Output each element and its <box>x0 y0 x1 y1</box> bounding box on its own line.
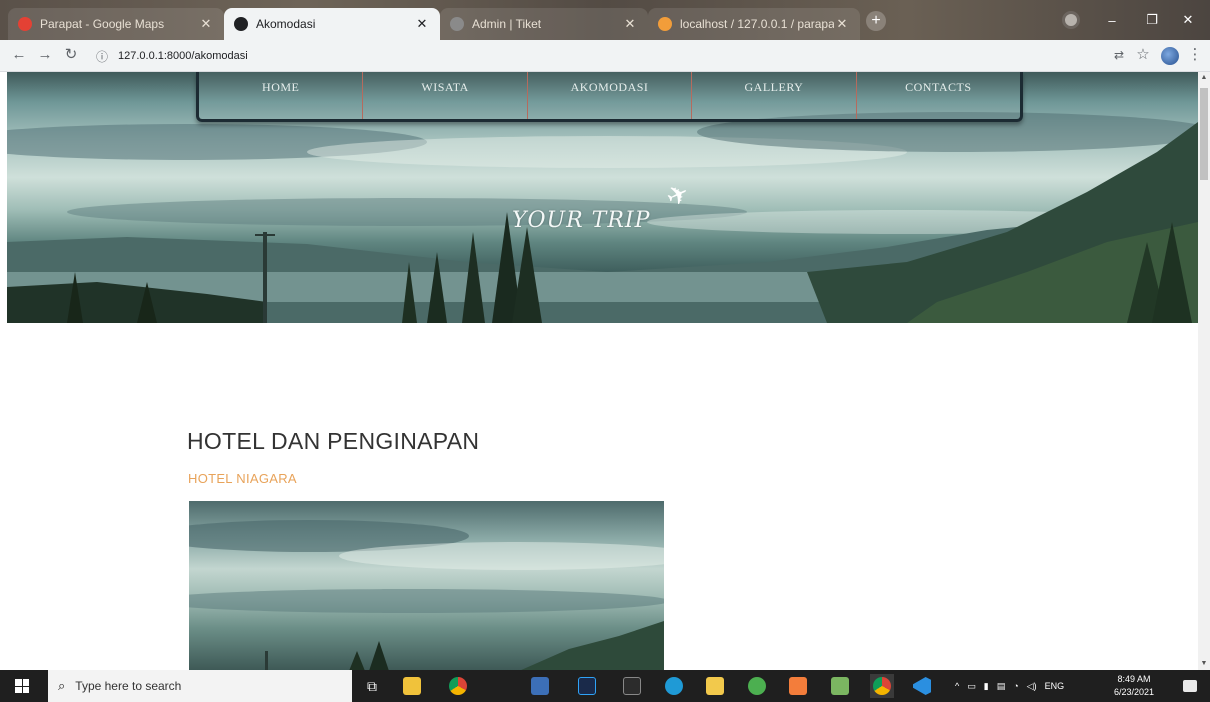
close-icon[interactable]: ✕ <box>622 16 638 32</box>
tab-google-maps[interactable]: Parapat - Google Maps ✕ <box>8 8 224 40</box>
tab-title: localhost / 127.0.0.1 / parapat / ... <box>680 17 834 31</box>
chrome-icon[interactable] <box>446 674 470 698</box>
tab-akomodasi[interactable]: Akomodasi ✕ <box>224 8 440 40</box>
close-icon[interactable]: ✕ <box>834 16 850 32</box>
address-text: 127.0.0.1:8000/akomodasi <box>118 50 248 62</box>
tab-phpmyadmin[interactable]: localhost / 127.0.0.1 / parapat / ... ✕ <box>648 8 860 40</box>
task-view-icon[interactable]: ⧉ <box>360 674 384 698</box>
menu-kebab-icon[interactable]: ⋮ <box>1184 44 1206 66</box>
chevron-up-icon[interactable]: ^ <box>955 681 959 691</box>
nav-item-gallery[interactable]: GALLERY <box>692 72 857 119</box>
file-explorer-icon[interactable] <box>703 674 727 698</box>
notifications-icon[interactable] <box>1178 674 1202 698</box>
system-tray: ^ ▭ ▮ ▤ ◔ ◁) ENG <box>955 670 1064 702</box>
browser-tab-strip: Parapat - Google Maps ✕ Akomodasi ✕ Admi… <box>0 0 1210 40</box>
windows-taskbar: ⌕ Type here to search ⧉ ^ ▭ ▮ ▤ ◔ ◁) ENG… <box>0 670 1210 702</box>
tab-title: Akomodasi <box>256 17 316 31</box>
clock-time: 8:49 AM <box>1117 674 1151 684</box>
photoshop-icon[interactable] <box>575 674 599 698</box>
edge-icon[interactable] <box>662 674 686 698</box>
main-navigation: HOME WISATA AKOMODASI GALLERY CONTACTS <box>196 72 1023 122</box>
scrollbar-thumb[interactable] <box>1200 88 1208 180</box>
chrome-active-icon[interactable] <box>870 674 894 698</box>
app-icon[interactable] <box>745 674 769 698</box>
close-icon[interactable]: ✕ <box>198 16 214 32</box>
scroll-up-arrow-icon[interactable]: ▲ <box>1198 72 1210 84</box>
tab-title: Parapat - Google Maps <box>40 17 165 31</box>
hotel-image <box>189 501 664 670</box>
avatar[interactable] <box>1161 47 1179 65</box>
store-icon[interactable] <box>400 674 424 698</box>
info-icon[interactable]: ⓘ <box>96 48 112 65</box>
maps-favicon-icon <box>18 17 32 31</box>
taskbar-search-box[interactable]: ⌕ Type here to search <box>48 670 352 702</box>
app-icon[interactable] <box>528 674 552 698</box>
profile-icon[interactable] <box>1062 11 1080 29</box>
translate-icon[interactable]: ⇄ <box>1108 44 1130 66</box>
volume-icon[interactable]: ◁) <box>1027 681 1037 692</box>
taskbar-clock[interactable]: 8:49 AM 6/23/2021 <box>1110 673 1158 699</box>
vscode-icon[interactable] <box>910 674 934 698</box>
xampp-icon[interactable] <box>786 674 810 698</box>
scroll-down-arrow-icon[interactable]: ▼ <box>1198 658 1210 670</box>
search-placeholder: Type here to search <box>75 679 182 693</box>
back-arrow-icon[interactable]: ← <box>8 44 30 66</box>
hero-title: YOUR TRIP <box>512 208 651 233</box>
minimize-button[interactable]: – <box>1090 0 1134 40</box>
star-icon[interactable]: ☆ <box>1132 44 1154 66</box>
address-bar[interactable]: ⓘ 127.0.0.1:8000/akomodasi <box>96 45 1076 67</box>
network-icon[interactable]: ▭ <box>967 681 976 692</box>
hotel-landscape-image <box>189 520 664 670</box>
wifi-icon[interactable]: ◔ <box>1013 681 1018 691</box>
hero-banner: HOME WISATA AKOMODASI GALLERY CONTACTS ✈… <box>7 72 1198 323</box>
globe-favicon-icon <box>450 17 464 31</box>
battery-icon[interactable]: ▤ <box>997 681 1006 692</box>
hotel-name: HOTEL NIAGARA <box>188 471 297 486</box>
tab-title: Admin | Tiket <box>472 17 542 31</box>
close-icon[interactable]: ✕ <box>414 16 430 32</box>
windows-logo-icon <box>15 679 29 693</box>
nav-item-wisata[interactable]: WISATA <box>363 72 528 119</box>
search-icon: ⌕ <box>58 678 66 693</box>
close-window-button[interactable]: ✕ <box>1166 0 1210 40</box>
nav-item-akomodasi[interactable]: AKOMODASI <box>528 72 693 119</box>
section-title: HOTEL DAN PENGINAPAN <box>187 428 480 454</box>
usb-icon[interactable]: ▮ <box>984 681 989 692</box>
new-tab-button[interactable]: + <box>866 11 886 31</box>
globe-favicon-icon <box>234 17 248 31</box>
forward-arrow-icon[interactable]: → <box>34 44 56 66</box>
tab-admin-tiket[interactable]: Admin | Tiket ✕ <box>440 8 648 40</box>
nav-item-home[interactable]: HOME <box>199 72 364 119</box>
page-scrollbar[interactable]: ▲ ▼ <box>1198 72 1210 670</box>
nav-item-contacts[interactable]: CONTACTS <box>857 72 1020 119</box>
phpmyadmin-favicon-icon <box>658 17 672 31</box>
reload-icon[interactable]: ↻ <box>60 44 82 66</box>
terminal-icon[interactable] <box>620 674 644 698</box>
start-button[interactable] <box>10 674 34 698</box>
clock-date: 6/23/2021 <box>1113 687 1155 697</box>
browser-toolbar: ← → ↻ ⓘ 127.0.0.1:8000/akomodasi ⇄ ☆ ⋮ <box>0 40 1210 72</box>
notepad-icon[interactable] <box>828 674 852 698</box>
page-viewport: HOME WISATA AKOMODASI GALLERY CONTACTS ✈… <box>0 72 1198 670</box>
language-indicator[interactable]: ENG <box>1045 681 1065 691</box>
